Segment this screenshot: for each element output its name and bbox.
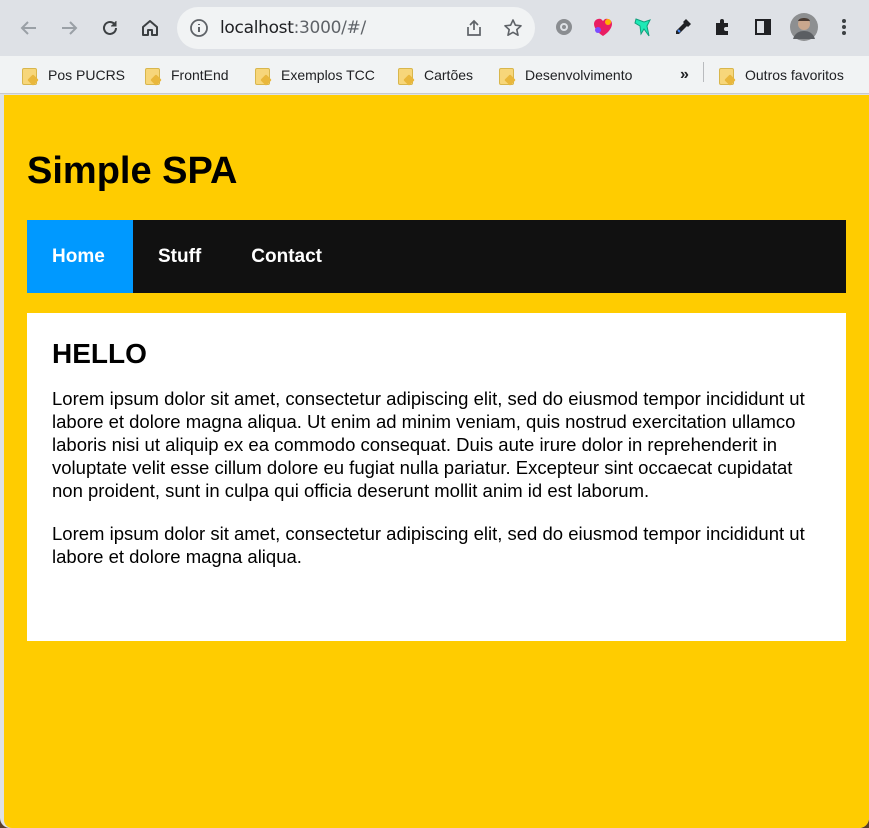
extension-colorful[interactable] — [591, 15, 615, 39]
home-icon — [142, 20, 158, 36]
bookmarks-bar: Pos PUCRS FrontEnd Exemplos TCC Cartões … — [0, 56, 869, 94]
back-button[interactable] — [14, 13, 44, 43]
more-bookmarks-button[interactable]: » — [680, 64, 689, 86]
chevron-double-right-icon: » — [680, 66, 689, 83]
url-path: :3000/#/ — [293, 18, 367, 38]
page-title: Simple SPA — [27, 150, 238, 192]
folder-icon — [719, 67, 734, 85]
side-panel-button[interactable] — [751, 15, 775, 39]
browser-menu-button[interactable] — [832, 15, 856, 39]
side-panel-icon — [755, 19, 771, 35]
extension-green[interactable] — [631, 15, 655, 39]
back-arrow-icon — [20, 21, 36, 35]
page-viewport: Simple SPA Home Stuff Contact HELLO Lore… — [4, 95, 869, 828]
menu-item-home[interactable]: Home — [27, 220, 133, 293]
eyedropper-icon — [676, 19, 691, 34]
folder-icon — [22, 67, 37, 85]
folder-icon — [145, 67, 160, 85]
extension-settings[interactable] — [552, 15, 576, 39]
content-heading: HELLO — [52, 338, 147, 369]
bookmark-folder[interactable]: Exemplos TCC — [255, 64, 375, 86]
profile-avatar[interactable] — [790, 13, 818, 41]
forward-button[interactable] — [54, 13, 84, 43]
folder-icon — [398, 67, 413, 85]
green-figure-icon — [634, 18, 651, 37]
menu-item-stuff[interactable]: Stuff — [133, 220, 226, 293]
folder-icon — [499, 67, 514, 85]
menu-item-contact[interactable]: Contact — [226, 220, 347, 293]
bookmark-label: Desenvolvimento — [525, 67, 633, 83]
bookmark-label: Pos PUCRS — [48, 67, 126, 83]
colorful-extension-icon — [594, 18, 612, 36]
address-bar[interactable]: localhost:3000/#/ — [177, 7, 535, 49]
bookmarks-divider — [703, 62, 704, 82]
other-bookmarks-folder[interactable]: Outros favoritos — [719, 64, 844, 86]
main-menu: Home Stuff Contact — [27, 220, 846, 293]
bookmark-folder[interactable]: Cartões — [398, 64, 473, 86]
browser-window: localhost:3000/#/ Pos PUCRS FrontEnd Exe… — [0, 0, 869, 828]
bookmark-star-icon[interactable] — [503, 18, 523, 38]
bookmark-label: Outros favoritos — [745, 67, 844, 83]
avatar-icon — [790, 13, 818, 41]
forward-arrow-icon — [62, 21, 78, 35]
bookmark-label: Exemplos TCC — [281, 67, 375, 83]
puzzle-icon — [716, 19, 728, 35]
content-panel: HELLO Lorem ipsum dolor sit amet, consec… — [27, 313, 846, 641]
bookmark-folder[interactable]: Pos PUCRS — [22, 64, 125, 86]
url-text: localhost:3000/#/ — [220, 18, 366, 38]
bookmark-label: FrontEnd — [171, 67, 229, 83]
bookmark-label: Cartões — [424, 67, 474, 83]
bookmark-folder[interactable]: FrontEnd — [145, 64, 229, 86]
kebab-menu-icon — [842, 19, 846, 35]
reload-button[interactable] — [95, 13, 125, 43]
bookmark-folder[interactable]: Desenvolvimento — [499, 64, 632, 86]
home-button[interactable] — [135, 13, 165, 43]
share-icon[interactable] — [464, 18, 484, 38]
url-host: localhost — [220, 18, 294, 38]
folder-icon — [255, 67, 270, 85]
extensions-button[interactable] — [711, 15, 735, 39]
browser-toolbar: localhost:3000/#/ — [0, 0, 869, 56]
content-paragraph: Lorem ipsum dolor sit amet, consectetur … — [52, 523, 805, 567]
extension-eyedropper[interactable] — [671, 15, 695, 39]
site-info-icon[interactable] — [189, 18, 209, 38]
reload-icon — [103, 20, 117, 35]
gear-extension-icon — [556, 19, 572, 35]
content-paragraph: Lorem ipsum dolor sit amet, consectetur … — [52, 388, 805, 501]
